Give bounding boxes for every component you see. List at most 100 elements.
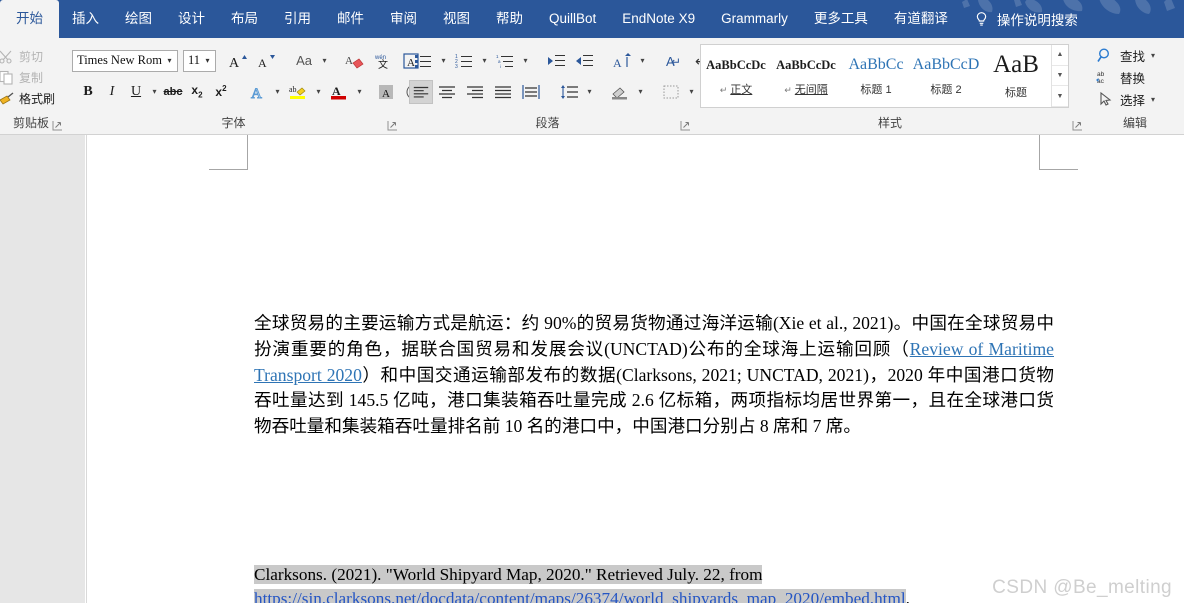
multilevel-list-button[interactable]: 1ai bbox=[491, 49, 519, 73]
align-center-button[interactable] bbox=[433, 80, 461, 104]
select-button[interactable]: 选择 ▾ bbox=[1096, 88, 1155, 110]
ref1-link[interactable]: https://sin.clarksons.net/docdata/conten… bbox=[254, 589, 906, 603]
style-tile-no-spacing[interactable]: AaBbCcDc ↵ 无间隔 bbox=[771, 45, 841, 107]
underline-caret[interactable]: ▾ bbox=[148, 80, 161, 104]
text-effects-button[interactable]: A bbox=[243, 80, 271, 104]
font-color-button[interactable]: A bbox=[325, 80, 353, 104]
format-painter-label: 格式刷 bbox=[19, 91, 56, 106]
font-name-combo[interactable]: Times New Rom ▾ bbox=[72, 49, 178, 72]
numbered-list-icon: 123 bbox=[455, 54, 472, 69]
font-size-combo[interactable]: 11 ▾ bbox=[182, 49, 217, 72]
style-more-icon[interactable]: ▼ bbox=[1052, 86, 1068, 108]
paragraph-caption: 段落 bbox=[401, 114, 694, 134]
tab-endnote[interactable]: EndNote X9 bbox=[609, 0, 708, 38]
tab-draw[interactable]: 绘图 bbox=[112, 0, 165, 38]
shading-caret[interactable]: ▾ bbox=[634, 80, 647, 104]
svg-text:A: A bbox=[258, 56, 267, 70]
subscript-button[interactable]: x2 bbox=[185, 80, 209, 104]
font-color-caret[interactable]: ▾ bbox=[353, 80, 366, 104]
tab-references[interactable]: 引用 bbox=[271, 0, 324, 38]
find-button[interactable]: 查找 ▾ bbox=[1096, 44, 1155, 66]
align-left-button[interactable] bbox=[409, 79, 433, 104]
decrease-indent-button[interactable] bbox=[542, 49, 570, 73]
bullets-button[interactable] bbox=[409, 49, 437, 73]
styles-dialog-launcher-icon[interactable] bbox=[1072, 120, 1083, 131]
clipboard-dialog-launcher-icon[interactable] bbox=[52, 120, 63, 131]
change-case-button[interactable]: Aa bbox=[290, 49, 318, 73]
svg-text:ab: ab bbox=[289, 85, 297, 94]
shrink-font-icon: A bbox=[258, 54, 276, 70]
tab-mailings[interactable]: 邮件 bbox=[324, 0, 377, 38]
tab-design[interactable]: 设计 bbox=[165, 0, 218, 38]
line-spacing-button[interactable] bbox=[555, 80, 583, 104]
tab-more-tools[interactable]: 更多工具 bbox=[801, 0, 881, 38]
tab-review[interactable]: 审阅 bbox=[377, 0, 430, 38]
chevron-down-icon[interactable]: ▾ bbox=[1151, 51, 1155, 60]
format-painter-button[interactable]: 格式刷 bbox=[0, 88, 55, 109]
style-tile-title[interactable]: AaB 标题 bbox=[981, 45, 1051, 107]
copy-button[interactable]: 复制 bbox=[0, 67, 43, 88]
clipboard-caption: 剪贴板 bbox=[0, 114, 66, 134]
increase-indent-button[interactable] bbox=[570, 49, 598, 73]
sort-button[interactable]: A bbox=[608, 49, 636, 73]
search-icon bbox=[1097, 48, 1110, 62]
phonetic-guide-button[interactable]: wén 文 bbox=[369, 49, 397, 73]
document-area[interactable]: 全球贸易的主要运输方式是航运：约 90%的贸易货物通过海洋运输(Xie et a… bbox=[0, 135, 1184, 603]
numbering-button[interactable]: 123 bbox=[450, 49, 478, 73]
reference-list[interactable]: Clarksons. (2021). "World Shipyard Map, … bbox=[254, 563, 1054, 603]
style-scroll-up-icon[interactable]: ▲ bbox=[1052, 45, 1068, 66]
distributed-button[interactable] bbox=[517, 80, 545, 104]
style-tile-heading-1[interactable]: AaBbCc 标题 1 bbox=[841, 45, 911, 107]
tab-insert[interactable]: 插入 bbox=[59, 0, 112, 38]
underline-button[interactable]: U bbox=[124, 80, 148, 104]
show-formatting-marks-button[interactable]: A ↵ bbox=[659, 49, 687, 73]
style-scroll-down-icon[interactable]: ▼ bbox=[1052, 66, 1068, 87]
tab-quillbot[interactable]: QuillBot bbox=[536, 0, 609, 38]
strikethrough-button[interactable]: abc bbox=[161, 80, 185, 104]
clear-formatting-button[interactable]: A bbox=[341, 49, 369, 73]
replace-button[interactable]: ab ac 替换 bbox=[1096, 66, 1145, 88]
svg-text:A: A bbox=[251, 86, 262, 101]
text-highlight-color-button[interactable]: ab bbox=[284, 80, 312, 104]
paragraph-caption-text: 段落 bbox=[535, 116, 560, 130]
copy-label: 复制 bbox=[19, 70, 44, 85]
style-gallery-scroll[interactable]: ▲ ▼ ▼ bbox=[1051, 45, 1068, 108]
tab-layout[interactable]: 布局 bbox=[218, 0, 271, 38]
text-effects-caret[interactable]: ▾ bbox=[271, 80, 284, 104]
multilevel-caret[interactable]: ▾ bbox=[519, 49, 532, 73]
font-dialog-launcher-icon[interactable] bbox=[387, 120, 398, 131]
align-right-button[interactable] bbox=[461, 80, 489, 104]
change-case-caret[interactable]: ▾ bbox=[318, 49, 331, 73]
highlight-color-caret[interactable]: ▾ bbox=[312, 80, 325, 104]
style-tile-heading-2[interactable]: AaBbCcD 标题 2 bbox=[911, 45, 981, 107]
bold-button[interactable]: B bbox=[76, 80, 100, 104]
shrink-font-button[interactable]: A bbox=[252, 49, 280, 73]
numbering-caret[interactable]: ▾ bbox=[478, 49, 491, 73]
ref1-text: Clarksons. (2021). "World Shipyard Map, … bbox=[254, 565, 763, 584]
cut-button[interactable]: 剪切 bbox=[0, 46, 43, 67]
style-gallery: AaBbCcDc ↵ 正文 AaBbCcDc ↵ 无间隔 AaBbCc 标题 1… bbox=[700, 44, 1069, 108]
paragraph-dialog-launcher-icon[interactable] bbox=[680, 120, 691, 131]
character-shading-button[interactable]: A bbox=[372, 80, 400, 104]
tab-youdao-translate[interactable]: 有道翻译 bbox=[881, 0, 961, 38]
borders-button[interactable] bbox=[657, 80, 685, 104]
chevron-down-icon[interactable]: ▾ bbox=[1151, 95, 1155, 104]
tab-view[interactable]: 视图 bbox=[430, 0, 483, 38]
tab-help[interactable]: 帮助 bbox=[483, 0, 536, 38]
justify-button[interactable] bbox=[489, 80, 517, 104]
italic-button[interactable]: I bbox=[100, 80, 124, 104]
style-tile-body[interactable]: AaBbCcDc ↵ 正文 bbox=[701, 45, 771, 107]
line-spacing-caret[interactable]: ▾ bbox=[583, 80, 596, 104]
svg-text:A: A bbox=[613, 56, 622, 69]
style-name-text: 正文 bbox=[730, 84, 753, 96]
shading-button[interactable] bbox=[606, 80, 634, 104]
document-body-paragraph[interactable]: 全球贸易的主要运输方式是航运：约 90%的贸易货物通过海洋运输(Xie et a… bbox=[254, 311, 1054, 440]
superscript-button[interactable]: x2 bbox=[209, 80, 233, 104]
sort-caret[interactable]: ▾ bbox=[636, 49, 649, 73]
bullets-caret[interactable]: ▾ bbox=[437, 49, 450, 73]
tell-me-search[interactable]: 操作说明搜索 bbox=[961, 0, 1078, 38]
tab-home[interactable]: 开始 bbox=[0, 0, 59, 38]
grow-font-button[interactable]: A bbox=[224, 49, 252, 73]
document-page[interactable]: 全球贸易的主要运输方式是航运：约 90%的贸易货物通过海洋运输(Xie et a… bbox=[86, 135, 1184, 603]
tab-grammarly[interactable]: Grammarly bbox=[708, 0, 801, 38]
